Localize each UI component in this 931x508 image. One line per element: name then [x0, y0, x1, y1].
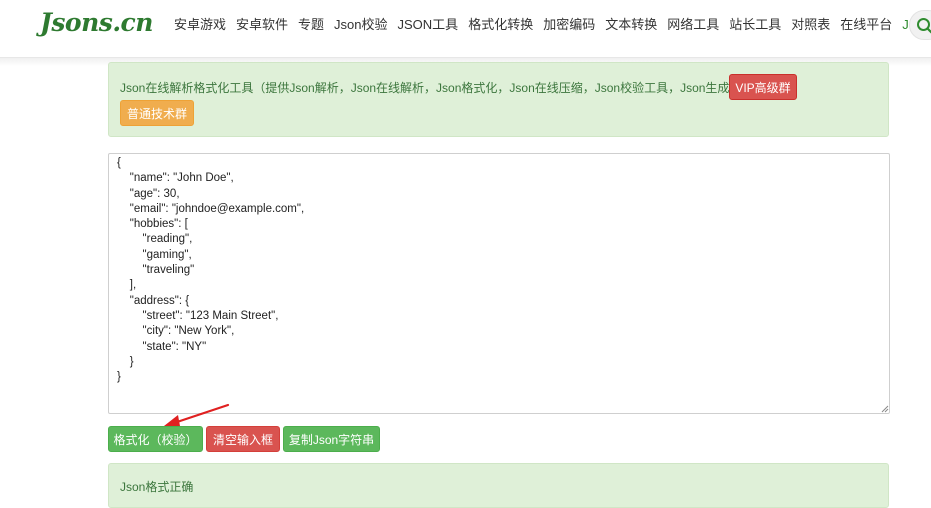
validation-result-alert: Json格式正确	[108, 463, 889, 508]
nav-item-json-validate[interactable]: Json校验	[334, 16, 387, 36]
site-logo[interactable]: Jsons.cn	[40, 8, 153, 37]
main-nav: 安卓游戏 安卓软件 专题 Json校验 JSON工具 格式化转换 加密编码 文本…	[174, 16, 931, 36]
nav-item-topics[interactable]: 专题	[298, 16, 324, 36]
search-button[interactable]	[909, 10, 931, 40]
search-icon	[916, 17, 931, 35]
nav-item-reference-tables[interactable]: 对照表	[791, 16, 830, 36]
nav-item-json-tools[interactable]: JSON工具	[398, 16, 459, 36]
json-input-textarea[interactable]: { "name": "John Doe", "age": 30, "email"…	[108, 153, 890, 414]
nav-item-android-software[interactable]: 安卓软件	[236, 16, 288, 36]
clear-input-button[interactable]: 清空输入框	[206, 426, 280, 452]
copy-json-button[interactable]: 复制Json字符串	[283, 426, 380, 452]
nav-item-android-games[interactable]: 安卓游戏	[174, 16, 226, 36]
top-navbar: Jsons.cn 安卓游戏 安卓软件 专题 Json校验 JSON工具 格式化转…	[0, 0, 931, 58]
nav-item-format-convert[interactable]: 格式化转换	[468, 16, 533, 36]
nav-item-encrypt-encode[interactable]: 加密编码	[543, 16, 595, 36]
resize-handle-icon[interactable]	[881, 405, 889, 413]
nav-item-webmaster-tools[interactable]: 站长工具	[729, 16, 781, 36]
format-validate-button[interactable]: 格式化（校验）	[108, 426, 203, 452]
validation-result-text: Json格式正确	[120, 478, 193, 495]
nav-item-network-tools[interactable]: 网络工具	[667, 16, 719, 36]
nav-item-online-platform[interactable]: 在线平台	[840, 16, 892, 36]
info-alert: Json在线解析格式化工具（提供Json解析，Json在线解析，Json格式化，…	[108, 62, 889, 137]
nav-item-text-convert[interactable]: 文本转换	[605, 16, 657, 36]
vip-group-button[interactable]: VIP高级群	[729, 74, 797, 100]
info-alert-text: Json在线解析格式化工具（提供Json解析，Json在线解析，Json格式化，…	[120, 79, 793, 96]
tech-group-button[interactable]: 普通技术群	[120, 100, 194, 126]
